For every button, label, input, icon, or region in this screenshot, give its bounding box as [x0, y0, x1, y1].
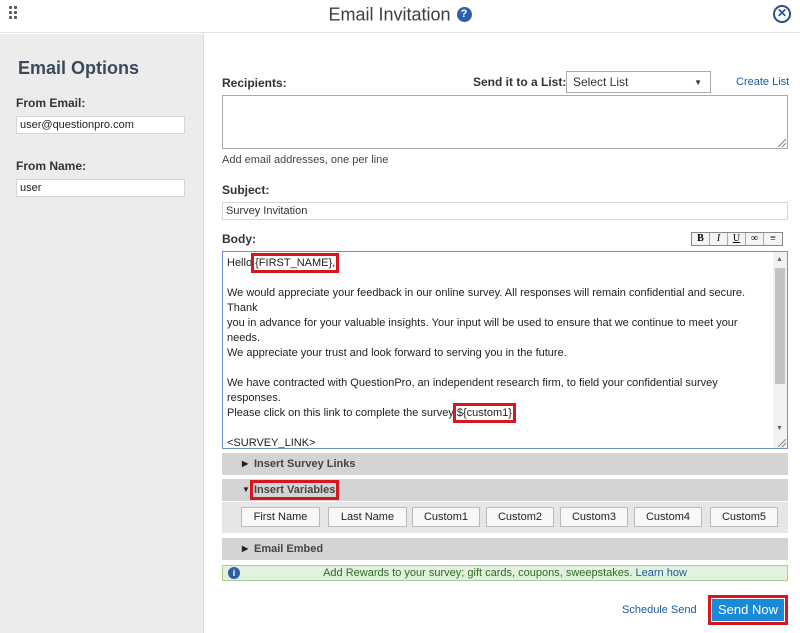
scroll-down-icon[interactable]: ▼	[776, 425, 783, 432]
body-line: We would appreciate your feedback in our…	[227, 287, 746, 314]
subject-field[interactable]: Survey Invitation	[222, 202, 788, 220]
align-center-icon[interactable]: ≡	[764, 233, 782, 245]
create-list-link[interactable]: Create List	[736, 76, 789, 88]
body-line: you in advance for your valuable insight…	[227, 317, 738, 344]
body-label: Body:	[222, 232, 256, 246]
dialog-title: Email Invitation?	[0, 2, 800, 26]
from-name-label: From Name:	[16, 159, 87, 173]
dialog-title-text: Email Invitation	[328, 4, 451, 25]
email-embed-label: Email Embed	[254, 543, 324, 555]
list-select[interactable]: Select List ▼	[566, 71, 711, 93]
first-name-button[interactable]: First Name	[241, 507, 320, 527]
rewards-text: Add Rewards to your survey; gift cards, …	[323, 567, 633, 579]
link-icon[interactable]: ∞	[746, 233, 764, 245]
resize-handle-icon[interactable]	[778, 139, 786, 147]
custom4-button[interactable]: Custom4	[634, 507, 702, 527]
greeting-line: Hello {FIRST_NAME},	[227, 253, 772, 273]
from-name-field[interactable]: user	[16, 179, 185, 197]
custom1-button[interactable]: Custom1	[412, 507, 480, 527]
survey-link-placeholder: <SURVEY_LINK>	[227, 437, 316, 449]
chevron-down-icon: ▼	[694, 78, 702, 87]
dialog-titlebar: Email Invitation? ✕	[0, 0, 800, 33]
body-editor[interactable]: Hello {FIRST_NAME}, We would appreciate …	[222, 251, 788, 449]
schedule-send-link[interactable]: Schedule Send	[622, 604, 697, 616]
email-options-sidebar: Email Options From Email: user@questionp…	[0, 34, 204, 633]
variables-row: First Name Last Name Custom1 Custom2 Cus…	[222, 502, 788, 533]
scroll-up-icon[interactable]: ▲	[776, 256, 783, 263]
triangle-down-icon: ▼	[242, 485, 250, 494]
email-options-title: Email Options	[18, 58, 140, 78]
custom2-button[interactable]: Custom2	[486, 507, 554, 527]
subject-label: Subject:	[222, 183, 270, 197]
send-to-list-label: Send it to a List:	[473, 75, 567, 89]
list-select-value: Select List	[573, 75, 629, 89]
triangle-right-icon: ▶	[242, 459, 249, 468]
body-content: Hello {FIRST_NAME}, We would appreciate …	[227, 253, 772, 449]
custom1-variable: ${custom1}	[452, 403, 516, 423]
scrollbar[interactable]: ▲ ▼	[773, 252, 787, 448]
body-line: Please click on this link to complete th…	[227, 407, 457, 419]
survey-link-line: Please click on this link to complete th…	[227, 403, 772, 423]
rewards-banner: i Add Rewards to your survey; gift cards…	[222, 565, 788, 581]
first-name-variable: {FIRST_NAME},	[251, 253, 340, 273]
scrollbar-thumb[interactable]	[775, 268, 785, 384]
recipients-input[interactable]	[222, 95, 788, 149]
recipients-hint: Add email addresses, one per line	[222, 154, 389, 166]
help-icon[interactable]: ?	[456, 6, 472, 22]
editor-toolbar: B I U ∞ ≡	[691, 232, 783, 246]
close-icon[interactable]: ✕	[773, 5, 791, 23]
email-embed-section[interactable]: ▶ Email Embed	[222, 538, 788, 560]
main-panel: Recipients: Send it to a List: Select Li…	[205, 34, 800, 633]
body-line: We have contracted with QuestionPro, an …	[227, 377, 718, 404]
from-email-field[interactable]: user@questionpro.com	[16, 116, 185, 134]
triangle-right-icon: ▶	[242, 544, 249, 553]
info-icon: i	[228, 567, 240, 579]
body-line: We appreciate your trust and look forwar…	[227, 347, 567, 359]
send-now-button[interactable]: Send Now	[708, 595, 788, 625]
last-name-button[interactable]: Last Name	[328, 507, 407, 527]
learn-how-link[interactable]: Learn how	[636, 567, 687, 579]
insert-variables-label: Insert Variables	[249, 480, 340, 500]
custom3-button[interactable]: Custom3	[560, 507, 628, 527]
underline-button[interactable]: U	[728, 233, 746, 245]
insert-survey-links-section[interactable]: ▶ Insert Survey Links	[222, 453, 788, 475]
greeting-text: Hello	[227, 257, 256, 269]
italic-button[interactable]: I	[710, 233, 728, 245]
bold-button[interactable]: B	[692, 233, 710, 245]
from-email-label: From Email:	[16, 96, 86, 110]
insert-variables-section[interactable]: ▼ Insert Variables	[222, 479, 788, 501]
resize-handle-icon[interactable]	[778, 439, 786, 447]
recipients-label: Recipients:	[222, 76, 287, 90]
custom5-button[interactable]: Custom5	[710, 507, 778, 527]
insert-survey-links-label: Insert Survey Links	[254, 458, 356, 470]
